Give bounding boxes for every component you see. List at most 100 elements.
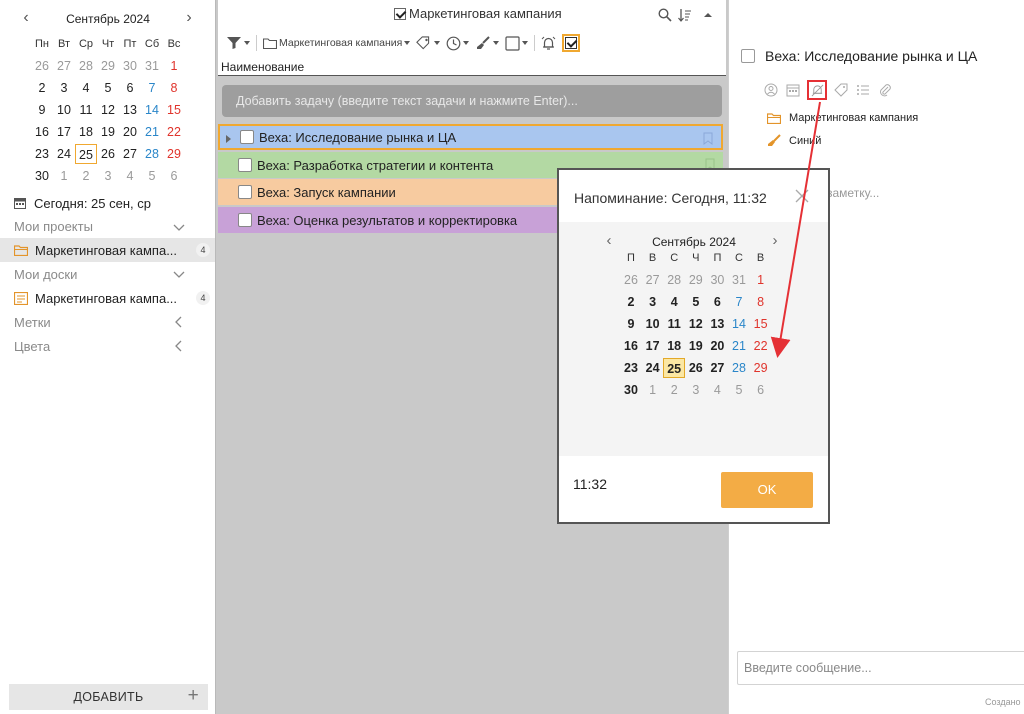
calendar-day[interactable]: 13 [119, 100, 141, 120]
calendar-day[interactable]: 25 [663, 358, 686, 378]
calendar-day[interactable]: 6 [750, 380, 772, 400]
calendar-day[interactable]: 19 [685, 336, 707, 356]
note-input[interactable]: заметку... [827, 186, 879, 200]
calendar-day[interactable]: 23 [620, 358, 642, 378]
calendar-day[interactable]: 3 [97, 166, 119, 186]
calendar-day[interactable]: 24 [53, 144, 75, 164]
calendar-day[interactable]: 26 [685, 358, 707, 378]
calendar-day[interactable]: 20 [119, 122, 141, 142]
calendar-day[interactable]: 29 [97, 56, 119, 76]
calendar-day[interactable]: 5 [141, 166, 163, 186]
calendar-day[interactable]: 4 [706, 380, 728, 400]
task-checkbox[interactable] [240, 130, 254, 144]
calendar-day[interactable]: 22 [163, 122, 185, 142]
calendar-day[interactable]: 17 [642, 336, 664, 356]
chevron-left-icon[interactable] [173, 316, 185, 328]
calendar-day[interactable]: 11 [663, 314, 685, 334]
calendar-day[interactable]: 22 [750, 336, 772, 356]
calendar-day[interactable]: 4 [75, 78, 97, 98]
chevron-left-icon[interactable] [173, 340, 185, 352]
calendar-day[interactable]: 6 [119, 78, 141, 98]
task-detail-title[interactable]: Веха: Исследование рынка и ЦА [765, 48, 977, 64]
color-filter-button[interactable] [475, 36, 500, 50]
section-my-boards[interactable]: Мои доски [14, 267, 77, 282]
tag-icon[interactable] [833, 82, 849, 98]
calendar-day[interactable]: 6 [706, 292, 728, 312]
calendar-day[interactable]: 28 [75, 56, 97, 76]
calendar-day[interactable]: 16 [620, 336, 642, 356]
due-date-icon[interactable] [785, 82, 801, 98]
calendar-day[interactable]: 18 [75, 122, 97, 142]
calendar-day[interactable]: 14 [728, 314, 750, 334]
task-checkbox[interactable] [238, 185, 252, 199]
calendar-day[interactable]: 9 [620, 314, 642, 334]
calendar-day[interactable]: 2 [620, 292, 642, 312]
calendar-day[interactable]: 12 [97, 100, 119, 120]
calendar-day[interactable]: 23 [31, 144, 53, 164]
project-checkbox[interactable] [394, 7, 406, 20]
next-month-button[interactable]: › [767, 233, 783, 248]
calendar-day[interactable]: 17 [53, 122, 75, 142]
calendar-day[interactable]: 31 [141, 56, 163, 76]
calendar-day[interactable]: 1 [642, 380, 664, 400]
chevron-down-icon[interactable] [173, 221, 185, 233]
calendar-day[interactable]: 12 [685, 314, 707, 334]
calendar-day[interactable]: 29 [685, 270, 707, 290]
calendar-day[interactable]: 8 [163, 78, 185, 98]
calendar-day[interactable]: 30 [119, 56, 141, 76]
calendar-day[interactable]: 31 [728, 270, 750, 290]
next-month-button[interactable]: › [179, 10, 199, 28]
calendar-day[interactable]: 30 [31, 166, 53, 186]
message-input[interactable]: Введите сообщение... [737, 651, 1024, 685]
calendar-day[interactable]: 19 [97, 122, 119, 142]
project-filter-dropdown[interactable]: Маркетинговая кампания [263, 37, 411, 49]
task-detail-checkbox[interactable] [741, 49, 755, 63]
sort-icon[interactable] [678, 6, 692, 24]
column-header-name[interactable]: Наименование [218, 58, 726, 76]
reminder-filter-button[interactable] [541, 36, 556, 51]
expand-arrow-icon[interactable] [226, 135, 231, 143]
calendar-day[interactable]: 15 [163, 100, 185, 120]
calendar-day[interactable]: 16 [31, 122, 53, 142]
calendar-day[interactable]: 10 [53, 100, 75, 120]
calendar-day[interactable]: 27 [119, 144, 141, 164]
close-icon[interactable] [794, 188, 810, 204]
calendar-day[interactable]: 20 [706, 336, 728, 356]
search-icon[interactable] [658, 6, 672, 24]
calendar-day[interactable]: 7 [141, 78, 163, 98]
calendar-day[interactable]: 1 [163, 56, 185, 76]
chevron-down-icon[interactable] [173, 268, 185, 280]
calendar-day[interactable]: 27 [642, 270, 664, 290]
calendar-day[interactable]: 26 [31, 56, 53, 76]
calendar-day[interactable]: 26 [620, 270, 642, 290]
calendar-day[interactable]: 14 [141, 100, 163, 120]
calendar-day[interactable]: 21 [728, 336, 750, 356]
add-task-input[interactable]: Добавить задачу (введите текст задачи и … [222, 85, 722, 117]
sidebar-item-project[interactable]: Маркетинговая кампа... 4 [0, 238, 215, 262]
calendar-day[interactable]: 2 [75, 166, 97, 186]
reminder-icon[interactable] [807, 80, 827, 100]
calendar-day[interactable]: 21 [141, 122, 163, 142]
task-checkbox[interactable] [238, 158, 252, 172]
calendar-day[interactable]: 27 [706, 358, 728, 378]
calendar-day[interactable]: 28 [141, 144, 163, 164]
calendar-day[interactable]: 6 [163, 166, 185, 186]
calendar-day[interactable]: 3 [642, 292, 664, 312]
assignee-icon[interactable] [763, 82, 779, 98]
calendar-day[interactable]: 30 [620, 380, 642, 400]
calendar-day[interactable]: 18 [663, 336, 685, 356]
section-colors[interactable]: Цвета [14, 339, 50, 354]
time-filter-button[interactable] [446, 36, 470, 51]
calendar-day[interactable]: 3 [685, 380, 707, 400]
attachment-icon[interactable] [877, 82, 893, 98]
calendar-day[interactable]: 4 [119, 166, 141, 186]
show-completed-toggle[interactable] [562, 34, 581, 52]
calendar-day[interactable]: 24 [642, 358, 664, 378]
calendar-day[interactable]: 27 [53, 56, 75, 76]
calendar-day[interactable]: 29 [750, 358, 772, 378]
checklist-icon[interactable] [855, 82, 871, 98]
calendar-day[interactable]: 10 [642, 314, 664, 334]
filter-button[interactable] [226, 36, 250, 50]
calendar-day[interactable]: 8 [750, 292, 772, 312]
task-color-property[interactable]: Синий [767, 134, 821, 148]
